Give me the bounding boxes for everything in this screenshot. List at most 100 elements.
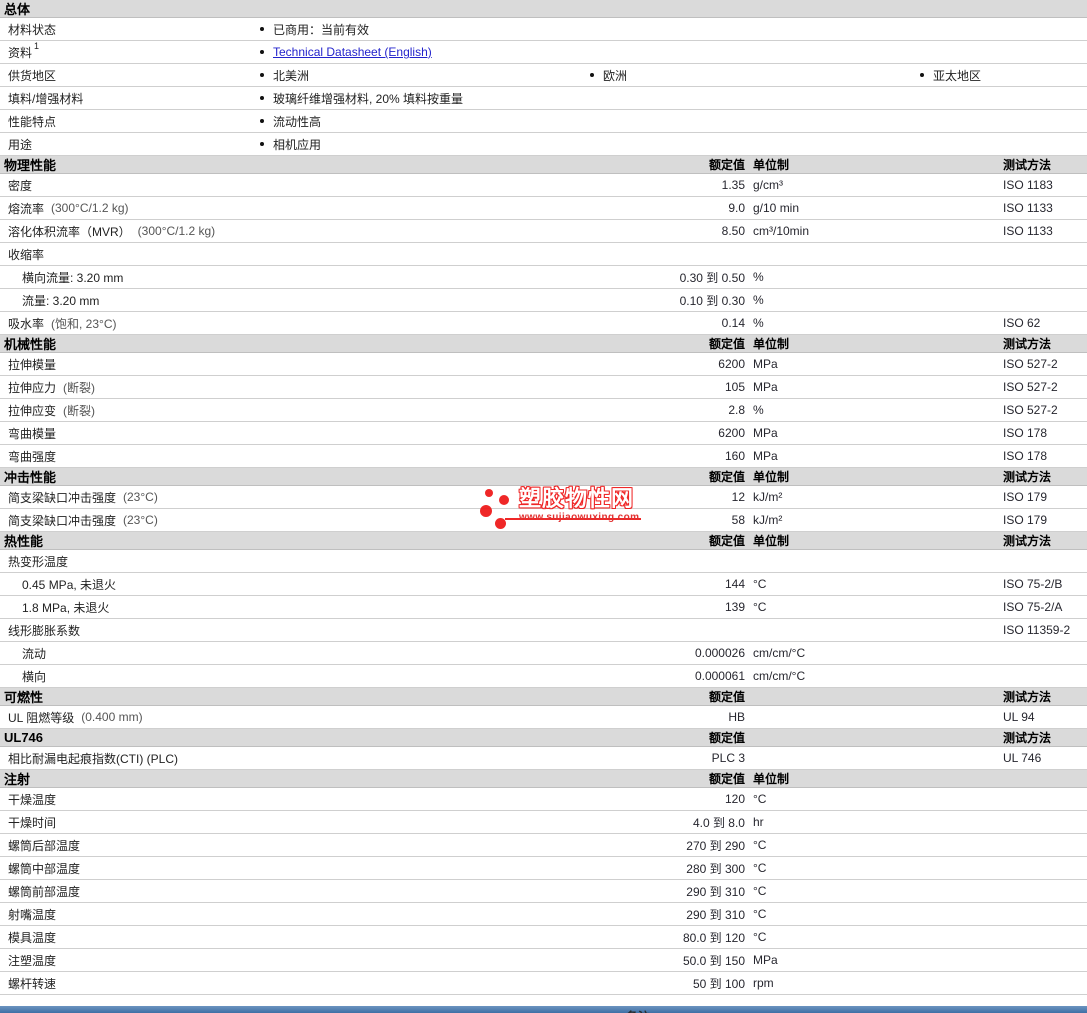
property-condition: (断裂) xyxy=(63,403,96,418)
bullet-icon xyxy=(260,142,264,146)
unit: °C xyxy=(753,838,767,852)
bullet-icon xyxy=(590,73,594,77)
property-name: 螺筒前部温度 xyxy=(8,884,81,899)
value-cell: 流动性高 xyxy=(255,113,1087,130)
section-header-row: 机械性能 额定值 单位制 测试方法 xyxy=(0,335,1087,353)
rated-value: 58 xyxy=(731,513,745,527)
table-row: 相比耐漏电起痕指数(CTI) (PLC) PLC 3 UL 746 xyxy=(0,747,1087,770)
column-header-method: 测试方法 xyxy=(1003,158,1052,172)
column-header-unit: 单位制 xyxy=(753,337,790,351)
footer-bar xyxy=(0,1006,1087,1013)
table-row: 溶化体积流率（MVR） (300°C/1.2 kg) 8.50 cm³/10min IS… xyxy=(0,220,1087,243)
property-table: 总体 材料状态 已商用：当前有效 资料 1 Technical Datasheet (En… xyxy=(0,0,1087,995)
table-row: 横向 0.000061 cm/cm/°C xyxy=(0,665,1087,688)
unit: cm/cm/°C xyxy=(753,646,806,660)
property-name: 线形膨胀系数 xyxy=(8,623,81,638)
unit: °C xyxy=(753,600,767,614)
rated-value: 50 到 100 xyxy=(692,976,745,991)
table-row: 用途 相机应用 xyxy=(0,133,1087,156)
rated-value: 0.000061 xyxy=(694,669,745,683)
table-row: 螺筒前部温度 290 到 310 °C xyxy=(0,880,1087,903)
rated-value: 6200 xyxy=(718,426,745,440)
property-name: 弯曲强度 xyxy=(8,449,57,464)
datasheet-link[interactable]: Technical Datasheet (English) xyxy=(273,45,432,59)
column-header-method: 测试方法 xyxy=(1003,731,1052,745)
property-name: 收缩率 xyxy=(8,247,45,262)
table-row: 简支梁缺口冲击强度 (23°C) 12 kJ/m² ISO 179 xyxy=(0,486,1087,509)
unit: % xyxy=(753,293,764,307)
section-header-row: UL746 额定值 测试方法 xyxy=(0,729,1087,747)
value-cell: 欧洲 xyxy=(585,67,915,84)
column-header-rated: 额定值 xyxy=(708,470,745,484)
value-text: 相机应用 xyxy=(273,137,322,152)
rated-value: 6200 xyxy=(718,357,745,371)
property-name: 0.45 MPa, 未退火 xyxy=(22,577,117,592)
column-header-method: 测试方法 xyxy=(1003,534,1052,548)
page-footer: 备注 xyxy=(0,995,1087,1013)
table-row: 资料 1 Technical Datasheet (English) xyxy=(0,41,1087,64)
rated-value: 280 到 300 xyxy=(686,861,745,876)
value-text: 欧洲 xyxy=(603,68,628,83)
value-cell: 北美洲 xyxy=(255,67,585,84)
table-row: 射嘴温度 290 到 310 °C xyxy=(0,903,1087,926)
rated-value: 8.50 xyxy=(721,224,745,238)
unit: kJ/m² xyxy=(753,513,783,527)
table-row: 线形膨胀系数 ISO 11359-2 xyxy=(0,619,1087,642)
section-header-row: 总体 xyxy=(0,0,1087,18)
rated-value: 290 到 310 xyxy=(686,884,745,899)
section-title: 物理性能 xyxy=(4,158,57,173)
table-row: 0.45 MPa, 未退火 144 °C ISO 75-2/B xyxy=(0,573,1087,596)
property-name: 模具温度 xyxy=(8,930,57,945)
column-header-rated: 额定值 xyxy=(708,337,745,351)
rated-value: 120 xyxy=(724,792,745,806)
table-row: 注塑温度 50.0 到 150 MPa xyxy=(0,949,1087,972)
rated-value: PLC 3 xyxy=(711,751,745,765)
table-row: 吸水率 (饱和, 23°C) 0.14% ISO 62 xyxy=(0,312,1087,335)
test-method: ISO 1183 xyxy=(1003,178,1053,192)
section-header-row: 可燃性 额定值 测试方法 xyxy=(0,688,1087,706)
table-row: 1.8 MPa, 未退火 139 °C ISO 75-2/A xyxy=(0,596,1087,619)
property-name: 螺筒后部温度 xyxy=(8,838,81,853)
table-row: 螺筒后部温度 270 到 290 °C xyxy=(0,834,1087,857)
property-condition: (0.400 mm) xyxy=(81,710,143,724)
table-row: 简支梁缺口冲击强度 (23°C) 58 kJ/m² ISO 179 xyxy=(0,509,1087,532)
bullet-icon xyxy=(260,73,264,77)
table-row: 横向流量: 3.20 mm 0.30 到 0.50% xyxy=(0,266,1087,289)
unit: MPa xyxy=(753,357,778,371)
test-method: ISO 1133 xyxy=(1003,224,1053,238)
property-name: 弯曲模量 xyxy=(8,426,57,441)
table-row: 流动 0.000026 cm/cm/°C xyxy=(0,642,1087,665)
rated-value: 290 到 310 xyxy=(686,907,745,922)
bullet-icon xyxy=(260,96,264,100)
column-header-rated: 额定值 xyxy=(708,690,745,704)
unit: hr xyxy=(753,815,764,829)
table-row: 流量: 3.20 mm 0.10 到 0.30% xyxy=(0,289,1087,312)
table-row: 模具温度 80.0 到 120 °C xyxy=(0,926,1087,949)
unit: °C xyxy=(753,577,767,591)
test-method: ISO 178 xyxy=(1003,449,1048,463)
value-cell: 相机应用 xyxy=(255,136,1087,153)
property-name: 供货地区 xyxy=(8,68,57,83)
rated-value: 4.0 到 8.0 xyxy=(692,815,745,830)
bullet-icon xyxy=(920,73,924,77)
rated-value: 50.0 到 150 xyxy=(682,953,745,968)
unit: % xyxy=(753,270,764,284)
property-name: 干燥时间 xyxy=(8,815,57,830)
property-name: 简支梁缺口冲击强度 (23°C) xyxy=(8,490,158,505)
value-text: 亚太地区 xyxy=(933,68,982,83)
rated-value: 160 xyxy=(724,449,745,463)
section-title: UL746 xyxy=(4,730,44,745)
property-name: 螺筒中部温度 xyxy=(8,861,81,876)
table-row: 收缩率 xyxy=(0,243,1087,266)
table-row: UL 阻燃等级 (0.400 mm) HB UL 94 xyxy=(0,706,1087,729)
table-row: 干燥温度 120 °C xyxy=(0,788,1087,811)
test-method: ISO 75-2/A xyxy=(1003,600,1063,614)
property-name: 简支梁缺口冲击强度 (23°C) xyxy=(8,513,158,528)
property-name: 资料 1 xyxy=(8,40,40,60)
test-method: ISO 11359-2 xyxy=(1003,623,1071,637)
section-title: 总体 xyxy=(4,2,31,17)
table-row: 热变形温度 xyxy=(0,550,1087,573)
property-name: 材料状态 xyxy=(8,22,57,37)
unit: MPa xyxy=(753,380,778,394)
column-header-unit: 单位制 xyxy=(753,158,790,172)
